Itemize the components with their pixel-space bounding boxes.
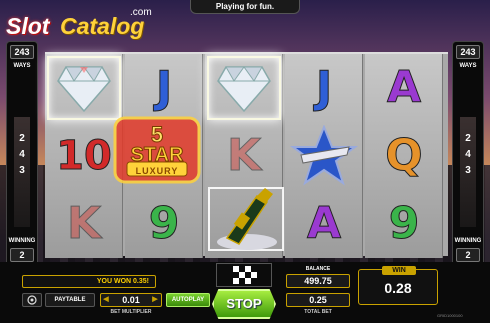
diamond-symbol: [205, 54, 283, 122]
star-jet-symbol: [285, 122, 363, 190]
play-mode-banner: Playing for fun.: [190, 0, 300, 14]
ways-digit: 4: [465, 149, 471, 160]
ways-digit: 3: [465, 165, 471, 176]
king-label: K: [226, 130, 262, 181]
champagne-bottle-icon: [208, 187, 284, 251]
queen-symbol: Q: [365, 122, 443, 190]
ways-digit: 2: [465, 133, 471, 144]
ace-label: A: [306, 198, 342, 249]
jack-symbol: J: [285, 54, 363, 122]
logo-part1: Slot: [6, 13, 50, 39]
ace-label: A: [386, 62, 422, 113]
ways-count: 243: [14, 47, 30, 57]
logo: Slot Catalog .com: [6, 5, 166, 41]
balance-label: BALANCE: [305, 266, 331, 272]
ways-panel-left: 243 WAYS 2 4 3 WINNING 2: [6, 41, 38, 271]
king-symbol: K: [205, 122, 283, 190]
ace-symbol: A: [285, 190, 363, 258]
win-label: WIN: [382, 266, 416, 275]
winning-label: WINNING: [8, 238, 36, 244]
ways-panel-right: 243 WAYS 2 4 3 WINNING 2: [452, 41, 484, 271]
stop-button[interactable]: STOP: [212, 289, 276, 319]
checkered-pattern-icon: [233, 266, 257, 284]
champagne-overlay: [207, 186, 285, 252]
nine-symbol: 9: [125, 190, 203, 258]
reel-5: A Q 9: [365, 54, 443, 258]
autoplay-button[interactable]: AUTOPLAY: [166, 293, 210, 307]
total-bet-value: 0.25: [286, 293, 350, 307]
nine-label: 9: [388, 198, 420, 249]
winning-label: WINNING: [454, 238, 482, 244]
bet-multiplier-label: BET MULTIPLIER: [110, 309, 152, 315]
ways-label: WAYS: [13, 63, 31, 69]
win-highlight: [207, 56, 281, 120]
stamp-sub: LUXURY: [135, 166, 179, 176]
balance-value: 499.75: [286, 274, 350, 288]
speaker-icon: [27, 295, 37, 305]
bet-increase-button[interactable]: ▶: [150, 294, 160, 306]
total-bet-label: TOTAL BET: [304, 309, 332, 315]
ways-label: WAYS: [459, 63, 477, 69]
nine-label: 9: [148, 198, 180, 249]
paytable-button[interactable]: PAYTABLE: [45, 293, 95, 307]
jack-label: J: [315, 62, 333, 113]
jack-label: J: [155, 62, 173, 113]
stamp-word: STAR: [130, 144, 184, 167]
sound-button[interactable]: [22, 293, 42, 307]
ten-label: 10: [56, 133, 113, 179]
logo-suffix: .com: [130, 7, 152, 18]
reel-4: J A: [285, 54, 363, 258]
winning-count: 2: [465, 250, 471, 260]
ways-digit: 4: [19, 149, 25, 160]
win-highlight: [47, 56, 121, 120]
nine-symbol: 9: [365, 190, 443, 258]
ways-digit: 2: [19, 133, 25, 144]
winning-count: 2: [19, 250, 25, 260]
queen-label: Q: [385, 130, 423, 181]
win-value: 0.28: [384, 280, 412, 296]
king-label: K: [66, 198, 102, 249]
ace-symbol: A: [365, 54, 443, 122]
bet-decrease-button[interactable]: ◀: [101, 294, 111, 306]
ways-count: 243: [460, 47, 476, 57]
game-id: GRID1000100: [437, 313, 463, 318]
star-icon: [289, 125, 359, 186]
ways-digit: 3: [19, 165, 25, 176]
king-symbol: K: [45, 190, 123, 258]
win-message: YOU WON 0.35!: [22, 275, 156, 288]
five-star-wild-stamp: 5 STAR LUXURY: [107, 112, 207, 190]
autoplay-pattern: [216, 263, 272, 287]
